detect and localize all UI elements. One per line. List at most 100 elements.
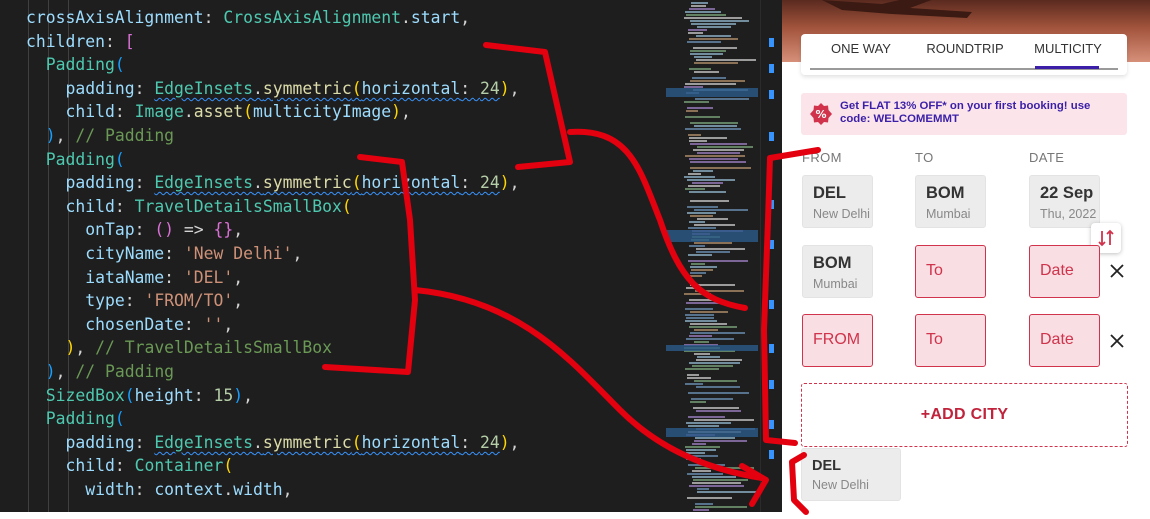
code-line[interactable]: padding: EdgeInsets.symmetric(horizontal… — [26, 171, 519, 195]
code-token: Padding — [45, 149, 115, 169]
code-token: , — [233, 220, 244, 240]
code-line[interactable]: child: Container( — [26, 454, 233, 478]
code-line[interactable]: Padding( — [26, 148, 125, 172]
add-city-button[interactable]: +ADD CITY — [801, 383, 1128, 447]
date-box[interactable]: Date — [1029, 314, 1100, 367]
code-line[interactable]: iataName: 'DEL', — [26, 266, 243, 290]
editor-bottom-strip — [0, 512, 782, 519]
to-placeholder: To — [926, 331, 943, 348]
code-editor[interactable]: crossAxisAlignment: CrossAxisAlignment.s… — [0, 0, 656, 512]
minimap-line — [686, 338, 734, 340]
code-token: : — [134, 78, 155, 98]
tab-one-way[interactable]: ONE WAY — [815, 34, 907, 70]
code-line[interactable]: ), // Padding — [26, 360, 174, 384]
to-box[interactable]: BOM Mumbai — [915, 175, 986, 228]
code-token: ( — [351, 78, 362, 98]
code-token: 15 — [213, 385, 234, 405]
minimap-line — [690, 323, 727, 325]
minimap-highlight — [666, 428, 758, 437]
from-box[interactable]: BOM Mumbai — [802, 245, 873, 298]
minimap-line — [690, 311, 728, 313]
minimap-line — [689, 140, 707, 142]
code-line[interactable]: type: 'FROM/TO', — [26, 289, 243, 313]
code-token: : — [164, 244, 184, 263]
code-token: children — [26, 31, 105, 51]
minimap-line — [693, 170, 713, 172]
from-box[interactable]: DEL New Delhi — [802, 175, 873, 228]
code-line[interactable]: child: TravelDetailsSmallBox( — [26, 195, 351, 219]
date-box[interactable]: Date — [1029, 245, 1100, 298]
code-token: , — [55, 362, 76, 381]
editor-scrollbar[interactable] — [760, 0, 783, 512]
minimap-line — [694, 224, 735, 226]
code-token: : — [193, 385, 214, 405]
code-line[interactable]: children: [ — [26, 30, 135, 54]
code-line[interactable]: padding: EdgeInsets.symmetric(horizontal… — [26, 431, 519, 455]
code-token: onTap — [85, 220, 135, 240]
code-token: => — [174, 220, 214, 240]
code-token: child — [65, 102, 115, 122]
code-token: // Padding — [75, 362, 175, 381]
minimap-line — [693, 509, 709, 511]
code-line[interactable]: cityName: 'New Delhi', — [26, 242, 302, 266]
code-token: Padding — [45, 55, 115, 75]
minimap-line — [695, 467, 754, 469]
from-box[interactable]: FROM — [802, 314, 873, 367]
minimap-line — [691, 5, 706, 7]
minimap-line — [688, 227, 716, 229]
minimap-line — [691, 398, 733, 400]
minimap-line — [687, 206, 718, 208]
code-line[interactable]: SizedBox(height: 15), — [26, 384, 253, 408]
date-box[interactable]: 22 Sep Thu, 2022 — [1029, 175, 1100, 228]
minimap-line — [684, 293, 711, 295]
minimap-line — [689, 299, 715, 301]
minimap[interactable] — [656, 0, 760, 512]
code-line[interactable]: onTap: () => {}, — [26, 218, 243, 242]
to-box[interactable]: To — [915, 314, 986, 367]
scrollbar-marker — [769, 380, 774, 389]
minimap-line — [691, 2, 708, 4]
to-box[interactable]: To — [915, 245, 986, 298]
minimap-line — [688, 464, 725, 466]
minimap-line — [696, 59, 756, 61]
minimap-line — [687, 107, 713, 109]
minimap-line — [697, 152, 740, 154]
tab-multicity[interactable]: MULTICITY — [1027, 34, 1109, 70]
code-token: Padding — [45, 409, 115, 429]
code-token: , — [233, 267, 244, 287]
code-line[interactable]: crossAxisAlignment: CrossAxisAlignment.s… — [26, 6, 470, 30]
minimap-line — [686, 110, 698, 112]
from-city: Mumbai — [813, 277, 858, 291]
minimap-line — [688, 29, 707, 31]
minimap-line — [695, 290, 744, 292]
code-token: : — [134, 220, 155, 240]
code-token: : — [104, 31, 125, 51]
code-line[interactable]: chosenDate: '', — [26, 313, 233, 337]
code-line[interactable]: Padding( — [26, 53, 125, 77]
minimap-line — [685, 83, 736, 85]
close-icon[interactable] — [1109, 333, 1125, 349]
minimap-line — [690, 161, 746, 163]
code-line[interactable]: ), // Padding — [26, 124, 174, 148]
code-token: child — [65, 456, 115, 476]
code-token: {} — [213, 220, 234, 240]
code-line[interactable]: ), // TravelDetailsSmallBox — [26, 336, 331, 360]
minimap-line — [690, 401, 706, 403]
code-line[interactable]: child: Image.asset(multicityImage), — [26, 100, 410, 124]
offer-banner[interactable]: % Get FLAT 13% OFF* on your first bookin… — [801, 93, 1127, 135]
code-token: cityName — [85, 244, 165, 263]
tab-roundtrip[interactable]: ROUNDTRIP — [914, 34, 1016, 70]
code-token: : — [134, 173, 155, 193]
close-icon[interactable] — [1109, 263, 1125, 279]
code-line[interactable]: Padding( — [26, 407, 125, 431]
code-line[interactable]: width: context.width, — [26, 478, 292, 502]
code-token: crossAxisAlignment — [26, 8, 204, 27]
code-line[interactable]: padding: EdgeInsets.symmetric(horizontal… — [26, 77, 519, 101]
minimap-line — [694, 56, 712, 58]
preview-box[interactable]: DEL New Delhi — [801, 448, 901, 501]
code-token: child — [65, 196, 115, 216]
